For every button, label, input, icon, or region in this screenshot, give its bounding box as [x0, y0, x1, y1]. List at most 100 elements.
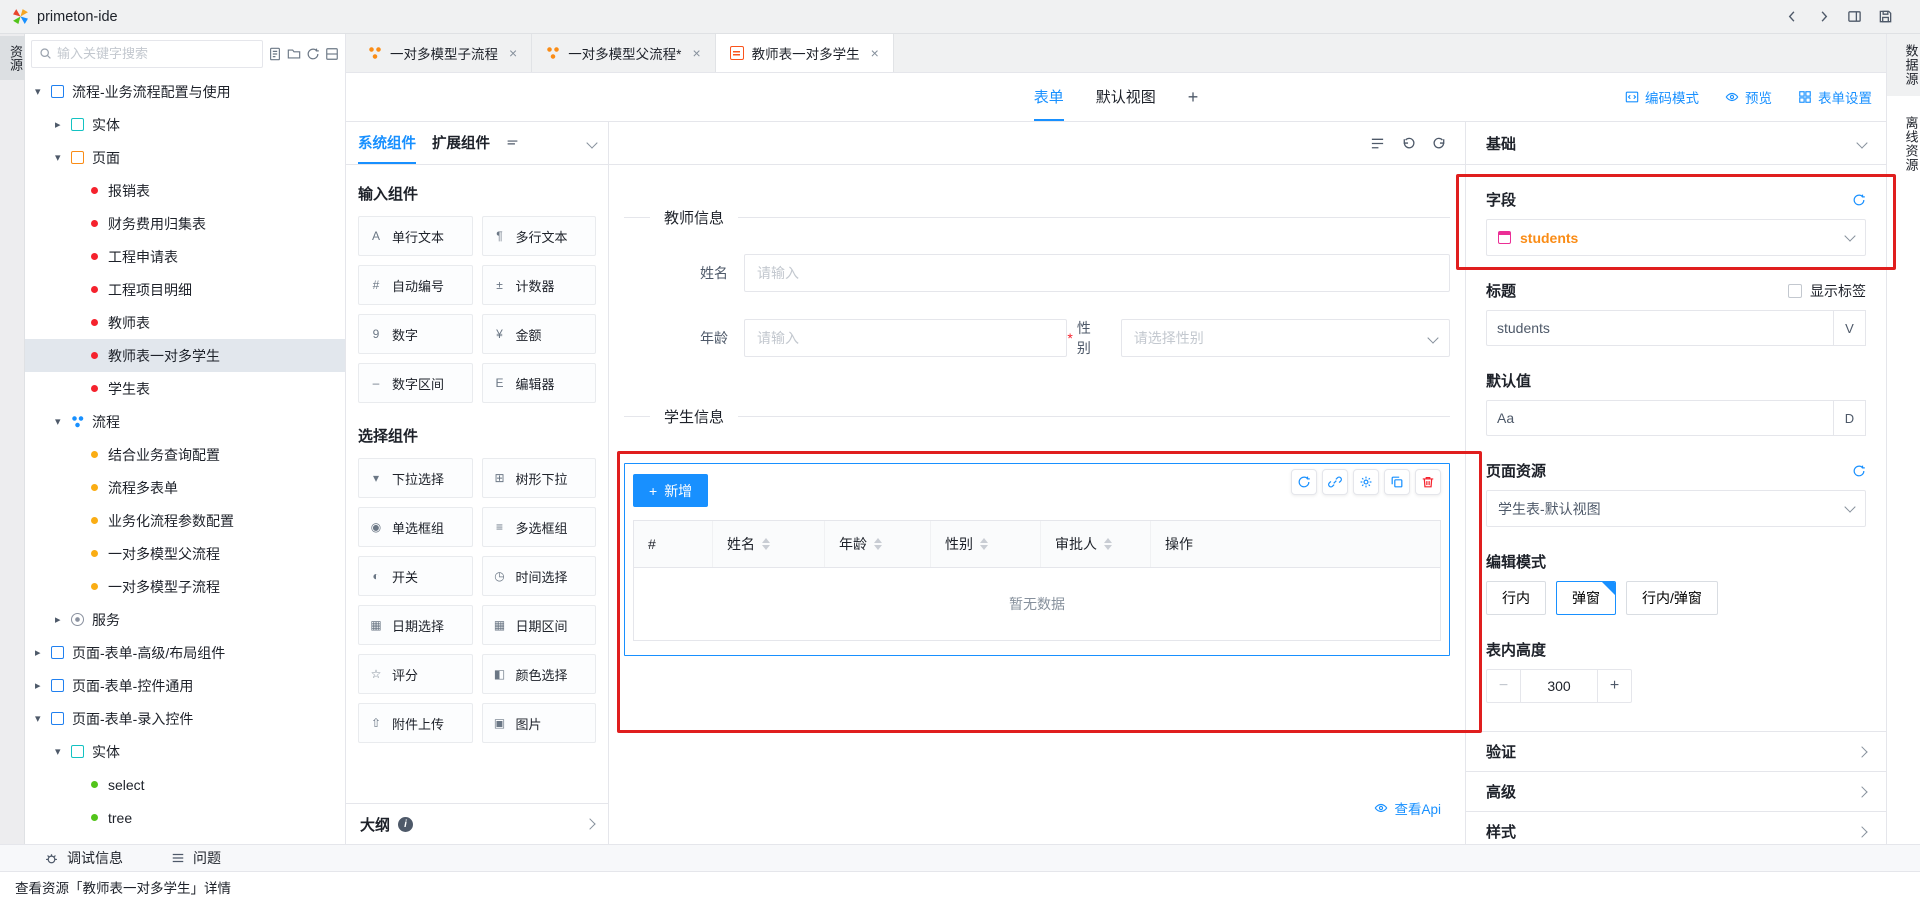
tree-item[interactable]: 实体: [25, 108, 345, 141]
component-item[interactable]: # 自动编号: [358, 265, 473, 305]
component-item[interactable]: 9 数字: [358, 314, 473, 354]
components-menu-icon[interactable]: [506, 137, 519, 150]
view-api-link[interactable]: 查看Api: [1374, 798, 1441, 818]
tab-system-components[interactable]: 系统组件: [358, 122, 416, 164]
component-item[interactable]: ⊞ 树形下拉: [482, 458, 597, 498]
tree-item[interactable]: 结合业务查询配置: [25, 438, 345, 471]
component-item[interactable]: ≡ 多选框组: [482, 507, 597, 547]
caret-icon[interactable]: [35, 646, 51, 659]
link-component-button[interactable]: [1322, 469, 1348, 495]
component-item[interactable]: ¥ 金额: [482, 314, 597, 354]
tree-item[interactable]: 服务: [25, 603, 345, 636]
inspector-header[interactable]: 基础: [1466, 122, 1886, 165]
table-column-header[interactable]: 操作: [1150, 521, 1440, 567]
table-column-header[interactable]: 年龄: [824, 521, 930, 567]
tree-item[interactable]: 报销表: [25, 174, 345, 207]
component-item[interactable]: ☆ 评分: [358, 654, 473, 694]
tree-item[interactable]: tree: [25, 801, 345, 834]
tree-item[interactable]: 工程项目明细: [25, 273, 345, 306]
gender-select[interactable]: 请选择性别: [1121, 319, 1450, 357]
title-input-inner[interactable]: [1497, 320, 1823, 336]
edit-mode-button[interactable]: 行内: [1486, 581, 1546, 615]
sync-field-icon[interactable]: [1852, 193, 1866, 207]
edit-mode-button[interactable]: 行内/弹窗: [1626, 581, 1718, 615]
component-item[interactable]: ¶ 多行文本: [482, 216, 597, 256]
offline-resources-vertical-tab[interactable]: 离线资源: [1887, 106, 1920, 182]
component-settings-button[interactable]: [1353, 469, 1379, 495]
tree-item[interactable]: select: [25, 768, 345, 801]
tree-item[interactable]: 业务化流程参数配置: [25, 504, 345, 537]
tab-extension-components[interactable]: 扩展组件: [432, 122, 490, 164]
close-icon[interactable]: [871, 45, 879, 61]
form-settings-button[interactable]: 表单设置: [1798, 87, 1872, 107]
tab-default-view[interactable]: 默认视图: [1096, 73, 1156, 121]
component-item[interactable]: ◐ 开关: [358, 556, 473, 596]
sort-icon[interactable]: [762, 538, 770, 550]
tree-item[interactable]: 教师表一对多学生: [25, 339, 345, 372]
sort-icon[interactable]: [874, 538, 882, 550]
close-icon[interactable]: [692, 45, 700, 61]
caret-icon[interactable]: [35, 85, 51, 98]
component-item[interactable]: A 单行文本: [358, 216, 473, 256]
table-column-header[interactable]: 审批人: [1040, 521, 1150, 567]
add-row-button[interactable]: + 新增: [633, 474, 708, 507]
caret-icon[interactable]: [55, 118, 71, 131]
tree-item[interactable]: 流程: [25, 405, 345, 438]
caret-icon[interactable]: [55, 613, 71, 626]
locate-file-icon[interactable]: [268, 47, 282, 61]
age-input-inner[interactable]: [757, 330, 1054, 346]
tree-item[interactable]: 实体: [25, 735, 345, 768]
default-value-button[interactable]: D: [1834, 400, 1866, 436]
tree-item[interactable]: 流程多表单: [25, 471, 345, 504]
decrement-button[interactable]: −: [1486, 669, 1520, 703]
refresh-icon[interactable]: [306, 47, 320, 61]
page-resource-select[interactable]: 学生表-默认视图: [1486, 490, 1866, 527]
increment-button[interactable]: +: [1598, 669, 1632, 703]
debug-info-button[interactable]: 调试信息: [44, 848, 123, 868]
field-select[interactable]: students: [1486, 219, 1866, 256]
tree-item[interactable]: 财务费用归集表: [25, 207, 345, 240]
tree-item[interactable]: 页面-表单-高级/布局组件: [25, 636, 345, 669]
table-height-value[interactable]: 300: [1520, 669, 1598, 703]
tab-form[interactable]: 表单: [1034, 73, 1064, 121]
close-icon[interactable]: [509, 45, 517, 61]
tree-item[interactable]: 页面-表单-录入控件: [25, 702, 345, 735]
tree-item[interactable]: 一对多模型父流程: [25, 537, 345, 570]
tree-item[interactable]: 工程申请表: [25, 240, 345, 273]
sort-icon[interactable]: [980, 538, 988, 550]
tree-item[interactable]: 一对多模型子流程: [25, 570, 345, 603]
save-icon[interactable]: [1878, 9, 1893, 24]
code-mode-button[interactable]: 编码模式: [1625, 87, 1699, 107]
component-item[interactable]: ⇧ 附件上传: [358, 703, 473, 743]
component-item[interactable]: ▣ 图片: [482, 703, 597, 743]
collapse-all-icon[interactable]: [325, 47, 339, 61]
sync-resource-icon[interactable]: [1852, 464, 1866, 478]
age-input[interactable]: [744, 319, 1067, 357]
problems-button[interactable]: 问题: [171, 848, 221, 868]
students-subform-component[interactable]: + 新增 # 姓名 年龄 性别 审批人 操作 暂无数据: [624, 463, 1450, 656]
datasource-vertical-tab[interactable]: 数据源: [1887, 34, 1920, 96]
undo-icon[interactable]: [1401, 136, 1416, 151]
nav-back-icon[interactable]: [1785, 9, 1800, 24]
nav-forward-icon[interactable]: [1816, 9, 1831, 24]
show-label-toggle[interactable]: 显示标签: [1788, 281, 1866, 301]
component-item[interactable]: ▦ 日期区间: [482, 605, 597, 645]
title-variable-button[interactable]: V: [1834, 310, 1866, 346]
editor-tab[interactable]: 一对多模型子流程: [354, 34, 532, 72]
tree-item[interactable]: 流程-业务流程配置与使用: [25, 75, 345, 108]
component-item[interactable]: ◉ 单选框组: [358, 507, 473, 547]
format-layout-icon[interactable]: [1370, 136, 1385, 151]
preview-button[interactable]: 预览: [1725, 87, 1772, 107]
sync-component-button[interactable]: [1291, 469, 1317, 495]
search-box[interactable]: [31, 40, 263, 68]
caret-icon[interactable]: [55, 745, 71, 758]
editor-tab[interactable]: 教师表一对多学生: [716, 34, 894, 72]
name-input-inner[interactable]: [757, 265, 1437, 281]
inspector-section-row[interactable]: 验证: [1466, 732, 1886, 772]
table-column-header[interactable]: 姓名: [712, 521, 824, 567]
title-input[interactable]: [1486, 310, 1834, 346]
copy-component-button[interactable]: [1384, 469, 1410, 495]
search-input[interactable]: [57, 46, 255, 61]
outline-toggle[interactable]: 大纲: [346, 803, 608, 844]
caret-icon[interactable]: [35, 679, 51, 692]
